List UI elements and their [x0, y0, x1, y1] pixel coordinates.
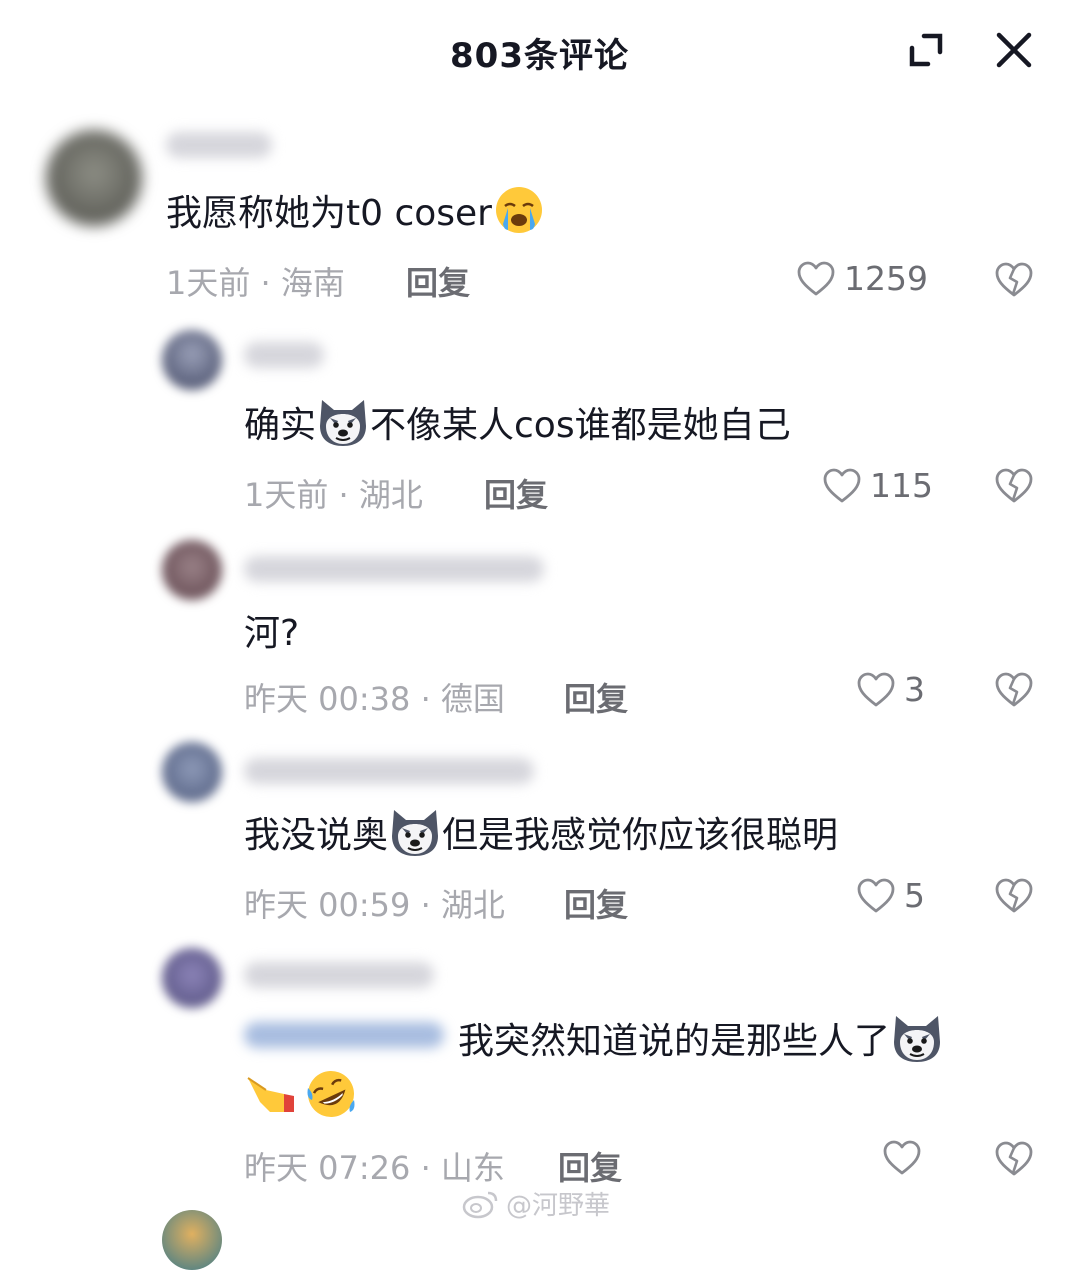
- username-blurred[interactable]: [166, 132, 272, 158]
- dislike-icon[interactable]: [994, 466, 1034, 506]
- dislike-icon[interactable]: [994, 1139, 1034, 1179]
- weibo-icon: [462, 1191, 498, 1218]
- reply-button[interactable]: 回复: [564, 880, 628, 926]
- dislike-icon[interactable]: [994, 670, 1034, 710]
- avatar[interactable]: [162, 742, 222, 802]
- heart-icon: [856, 877, 896, 915]
- comment-meta: 昨天 00:59 · 湖北: [244, 886, 505, 924]
- husky-dog-emoji: [890, 1012, 944, 1064]
- comment-meta: 昨天 00:38 · 德国: [244, 680, 505, 718]
- pointing-hand-emoji: [244, 1068, 298, 1120]
- reply-button[interactable]: 回复: [564, 674, 628, 720]
- comment-text: 我突然知道说的是那些人了: [458, 1012, 944, 1064]
- like-count: 3: [904, 670, 925, 709]
- husky-dog-emoji: [316, 396, 370, 448]
- username-blurred[interactable]: [244, 342, 324, 368]
- like-button[interactable]: [882, 1139, 930, 1177]
- heart-icon: [822, 467, 862, 505]
- comment-meta: 昨天 07:26 · 山东: [244, 1149, 505, 1187]
- like-button[interactable]: 3: [856, 670, 925, 709]
- dislike-icon[interactable]: [994, 260, 1034, 300]
- like-count: 5: [904, 876, 925, 915]
- username-blurred[interactable]: [244, 962, 434, 988]
- comment-meta: 1天前 · 湖北: [244, 476, 423, 514]
- like-button[interactable]: 115: [822, 466, 933, 505]
- avatar[interactable]: [46, 130, 142, 226]
- comment-meta: 1天前 · 海南: [166, 264, 345, 302]
- reply-button[interactable]: 回复: [558, 1143, 622, 1189]
- like-count: 115: [870, 466, 933, 505]
- comment-text: 确实 不像某人cos谁都是她自己: [244, 396, 791, 448]
- comment-text: 我愿称她为t0 coser: [166, 184, 546, 236]
- username-blurred[interactable]: [244, 556, 544, 582]
- reply-button[interactable]: 回复: [406, 258, 470, 304]
- mention-blurred[interactable]: [244, 1022, 444, 1048]
- rolling-laughing-emoji: [304, 1068, 358, 1120]
- like-count: 1259: [844, 259, 928, 298]
- close-icon[interactable]: [994, 30, 1034, 70]
- expand-icon[interactable]: [906, 30, 946, 70]
- dislike-icon[interactable]: [994, 876, 1034, 916]
- like-button[interactable]: 5: [856, 876, 925, 915]
- heart-icon: [882, 1139, 922, 1177]
- husky-dog-emoji: [388, 806, 442, 858]
- comments-header: 803条评论: [0, 0, 1079, 100]
- crying-face-emoji: [492, 184, 546, 236]
- reply-button[interactable]: 回复: [484, 470, 548, 516]
- avatar[interactable]: [162, 330, 222, 390]
- like-button[interactable]: 1259: [796, 259, 928, 298]
- comment-text: 河?: [244, 613, 300, 654]
- heart-icon: [856, 671, 896, 709]
- avatar[interactable]: [162, 1210, 222, 1270]
- comment-text: 我没说奥 但是我感觉你应该很聪明: [244, 806, 838, 858]
- comment-emoji-line: [244, 1068, 358, 1120]
- heart-icon: [796, 260, 836, 298]
- watermark: @河野華: [462, 1185, 610, 1222]
- avatar[interactable]: [162, 540, 222, 600]
- avatar[interactable]: [162, 948, 222, 1008]
- username-blurred[interactable]: [244, 758, 534, 784]
